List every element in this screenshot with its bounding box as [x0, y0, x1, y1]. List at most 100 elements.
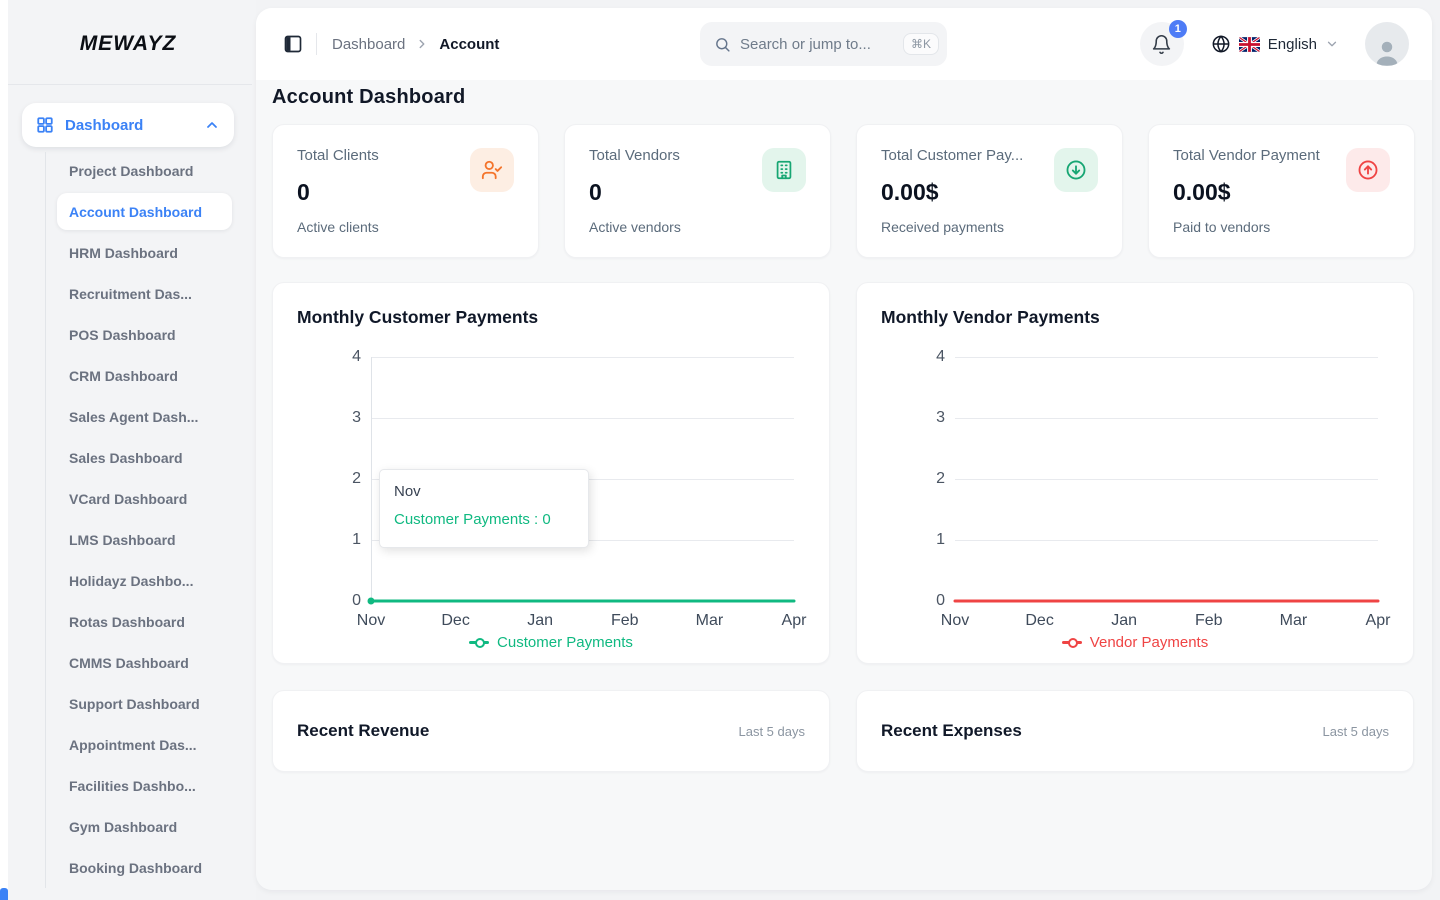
- sidebar-item-label: Appointment Das...: [69, 737, 197, 753]
- sidebar-item-appointment-das[interactable]: Appointment Das...: [0, 724, 256, 765]
- sidebar: MEWAYZ Dashboard Project Dashboard Accoun…: [0, 0, 256, 900]
- sidebar-item-label: Support Dashboard: [69, 696, 200, 712]
- search-box[interactable]: ⌘K: [700, 22, 947, 66]
- stat-subtitle: Paid to vendors: [1173, 219, 1390, 236]
- sidebar-item-label: Booking Dashboard: [69, 860, 202, 876]
- stat-subtitle: Active clients: [297, 219, 514, 236]
- chart-legend[interactable]: Customer Payments: [273, 634, 829, 651]
- user-avatar[interactable]: [1365, 22, 1409, 66]
- sidebar-item-label: Recruitment Das...: [69, 286, 192, 302]
- chart-legend[interactable]: Vendor Payments: [857, 634, 1413, 651]
- sidebar-item-pos-dashboard[interactable]: POS Dashboard: [0, 314, 256, 355]
- search-input[interactable]: [740, 36, 894, 53]
- sidebar-item-lms-dashboard[interactable]: LMS Dashboard: [0, 519, 256, 560]
- y-axis-label: 1: [897, 530, 945, 550]
- language-label: English: [1268, 36, 1317, 53]
- sidebar-item-crm-dashboard[interactable]: CRM Dashboard: [0, 355, 256, 396]
- sidebar-item-label: Rotas Dashboard: [69, 614, 185, 630]
- y-axis-label: 4: [897, 347, 945, 367]
- legend-marker-icon: [469, 641, 489, 644]
- building-icon: [762, 148, 806, 192]
- sidebar-item-support-dashboard[interactable]: Support Dashboard: [0, 683, 256, 724]
- chart-tooltip: Nov Customer Payments : 0: [379, 469, 589, 548]
- stat-card-total-customer-payment: Total Customer Pay... 0.00$ Received pay…: [856, 124, 1123, 258]
- y-axis-label: 1: [313, 530, 361, 550]
- arrow-down-circle-icon: [1054, 148, 1098, 192]
- search-shortcut-badge: ⌘K: [903, 33, 939, 55]
- notifications-button[interactable]: 1: [1140, 22, 1184, 66]
- x-axis-label: Jan: [510, 611, 570, 631]
- sidebar-item-sales-agent-dash[interactable]: Sales Agent Dash...: [0, 396, 256, 437]
- stat-card-total-clients: Total Clients 0 Active clients: [272, 124, 539, 258]
- tooltip-month: Nov: [394, 483, 574, 500]
- legend-label: Customer Payments: [497, 634, 633, 651]
- sidebar-item-cmms-dashboard[interactable]: CMMS Dashboard: [0, 642, 256, 683]
- card-title: Recent Expenses: [881, 721, 1022, 741]
- x-axis-label: Jan: [1094, 611, 1154, 631]
- sidebar-group-dashboard[interactable]: Dashboard: [22, 103, 234, 147]
- sidebar-item-sales-dashboard[interactable]: Sales Dashboard: [0, 437, 256, 478]
- app-logo: MEWAYZ: [0, 32, 256, 56]
- legend-marker-icon: [1062, 641, 1082, 644]
- sidebar-item-label: HRM Dashboard: [69, 245, 178, 261]
- card-title: Recent Revenue: [297, 721, 429, 741]
- x-axis-label: Apr: [764, 611, 824, 631]
- tooltip-value: Customer Payments : 0: [394, 511, 574, 528]
- top-header: Dashboard Account ⌘K: [256, 8, 1432, 80]
- y-axis-label: 0: [897, 591, 945, 611]
- sidebar-item-facilities-dashbo[interactable]: Facilities Dashbo...: [0, 765, 256, 806]
- card-period: Last 5 days: [739, 724, 806, 739]
- recent-expenses-card: Recent Expenses Last 5 days: [856, 690, 1414, 772]
- sidebar-item-booking-dashboard[interactable]: Booking Dashboard: [0, 847, 256, 888]
- globe-icon: [1211, 34, 1231, 54]
- sidebar-item-gym-dashboard[interactable]: Gym Dashboard: [0, 806, 256, 847]
- sidebar-item-label: POS Dashboard: [69, 327, 176, 343]
- stat-label: Total Vendor Payment: [1173, 147, 1358, 165]
- x-axis-label: Mar: [679, 611, 739, 631]
- breadcrumb-root[interactable]: Dashboard: [332, 36, 405, 53]
- chart-card-customer-payments: Monthly Customer Payments 43210NovDecJan…: [272, 282, 830, 664]
- series-point: [368, 598, 375, 605]
- y-axis-label: 2: [897, 469, 945, 489]
- sidebar-item-label: CMMS Dashboard: [69, 655, 189, 671]
- x-axis-label: Nov: [341, 611, 401, 631]
- sidebar-item-holidayz-dashbo[interactable]: Holidayz Dashbo...: [0, 560, 256, 601]
- recent-revenue-card: Recent Revenue Last 5 days: [272, 690, 830, 772]
- sidebar-item-label: Project Dashboard: [69, 163, 193, 179]
- language-selector[interactable]: English: [1211, 34, 1339, 54]
- uk-flag-icon: [1239, 37, 1260, 52]
- stat-label: Total Clients: [297, 147, 482, 165]
- stat-subtitle: Received payments: [881, 219, 1098, 236]
- sidebar-item-label: Facilities Dashbo...: [69, 778, 196, 794]
- bell-icon: [1151, 34, 1172, 55]
- sidebar-item-vcard-dashboard[interactable]: VCard Dashboard: [0, 478, 256, 519]
- sidebar-item-project-dashboard[interactable]: Project Dashboard: [0, 150, 256, 191]
- person-icon: [1372, 38, 1402, 66]
- header-divider: [316, 33, 317, 55]
- sidebar-item-rotas-dashboard[interactable]: Rotas Dashboard: [0, 601, 256, 642]
- x-axis-label: Feb: [595, 611, 655, 631]
- sidebar-item-recruitment-das[interactable]: Recruitment Das...: [0, 273, 256, 314]
- y-axis-label: 0: [313, 591, 361, 611]
- main-panel: Dashboard Account ⌘K: [256, 8, 1432, 890]
- sidebar-group-label: Dashboard: [65, 117, 143, 134]
- sidebar-item-label: LMS Dashboard: [69, 532, 176, 548]
- bottom-row: Recent Revenue Last 5 days Recent Expens…: [272, 690, 1416, 772]
- sidebar-item-account-dashboard[interactable]: Account Dashboard: [0, 191, 256, 232]
- sidebar-item-hrm-dashboard[interactable]: HRM Dashboard: [0, 232, 256, 273]
- y-axis-label: 2: [313, 469, 361, 489]
- sidebar-item-label: Account Dashboard: [69, 204, 202, 220]
- sidebar-item-label: Gym Dashboard: [69, 819, 177, 835]
- chart-plot-area[interactable]: 43210NovDecJanFebMarApr: [857, 283, 1413, 663]
- series-line[interactable]: [949, 351, 1384, 607]
- stat-label: Total Vendors: [589, 147, 774, 165]
- breadcrumb: Dashboard Account: [332, 36, 499, 53]
- stat-card-total-vendors: Total Vendors 0 Active vendors: [564, 124, 831, 258]
- card-period: Last 5 days: [1323, 724, 1390, 739]
- search-icon: [714, 36, 731, 53]
- breadcrumb-current: Account: [439, 36, 499, 53]
- sidebar-item-label: Sales Dashboard: [69, 450, 183, 466]
- sidebar-scrollbar-thumb[interactable]: [0, 888, 8, 900]
- sidebar-item-label: Sales Agent Dash...: [69, 409, 198, 425]
- sidebar-toggle-icon[interactable]: [283, 34, 303, 54]
